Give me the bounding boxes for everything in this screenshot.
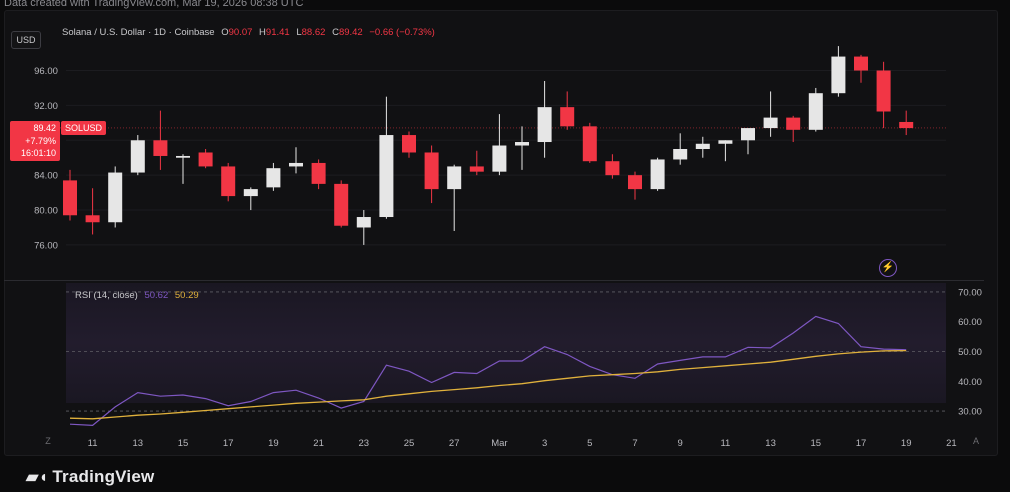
candle-body xyxy=(876,70,891,112)
time-axis-tick: 13 xyxy=(133,438,144,449)
candle-body xyxy=(153,140,168,156)
time-axis-tick: 11 xyxy=(88,438,98,449)
candle-body xyxy=(786,117,801,130)
candle-body xyxy=(695,143,710,149)
candle-body xyxy=(85,215,100,223)
price-axis-tick: 96.00 xyxy=(34,66,58,77)
price-axis-tick: 92.00 xyxy=(34,101,58,112)
candle-body xyxy=(108,172,123,223)
lightning-icon[interactable]: ⚡ xyxy=(879,259,897,277)
candle-body xyxy=(808,93,823,130)
candle-body xyxy=(379,135,394,218)
candle-body xyxy=(243,189,258,197)
currency-button[interactable]: USD xyxy=(11,31,41,49)
candle-body xyxy=(311,162,326,184)
candle-body xyxy=(492,145,507,172)
symbol-name[interactable]: Solana / U.S. Dollar · 1D · Coinbase xyxy=(62,27,215,38)
price-axis-tick: 80.00 xyxy=(34,206,58,217)
time-axis-tick: 13 xyxy=(765,438,776,449)
time-axis-tick: 11 xyxy=(720,438,730,449)
candle-body xyxy=(447,166,462,190)
auto-scale-button[interactable]: A xyxy=(969,434,983,448)
price-axis-tick: 84.00 xyxy=(34,171,58,182)
time-axis-tick: 9 xyxy=(678,438,683,449)
symbol-legend: Solana / U.S. Dollar · 1D · Coinbase O90… xyxy=(62,27,435,38)
last-price: 89.42 xyxy=(33,123,56,133)
time-axis-tick: 15 xyxy=(178,438,189,449)
zoom-button[interactable]: Z xyxy=(41,434,55,448)
time-axis-tick: Mar xyxy=(491,438,507,449)
candle-body xyxy=(515,142,529,146)
candle-body xyxy=(628,175,642,190)
time-axis-tick: 25 xyxy=(404,438,415,449)
candle-body xyxy=(176,155,190,158)
candle-body xyxy=(221,166,236,197)
candle-body xyxy=(537,107,552,143)
time-axis-tick: 23 xyxy=(359,438,370,449)
open-label: O xyxy=(221,27,229,38)
rsi-axis-tick: 40.00 xyxy=(958,377,982,388)
rsi-axis-tick: 70.00 xyxy=(958,287,982,298)
candle-body xyxy=(334,183,349,226)
tradingview-logo-icon: ▰◖ xyxy=(26,469,49,486)
time-axis-tick: 5 xyxy=(587,438,592,449)
last-price-tag: 89.42 +7.79% 16:01:10 xyxy=(10,121,60,161)
time-axis-tick: 21 xyxy=(946,438,957,449)
high-value: 91.41 xyxy=(265,27,290,38)
candle-body xyxy=(899,121,914,129)
candle-body xyxy=(63,180,77,216)
change-value: −0.66 (−0.73%) xyxy=(369,27,435,38)
candle-body xyxy=(673,149,688,160)
candle-body xyxy=(605,161,620,176)
candle-body xyxy=(424,152,439,190)
time-axis-tick: 19 xyxy=(901,438,912,449)
rsi-axis-tick: 30.00 xyxy=(958,407,982,418)
candle-body xyxy=(831,56,846,94)
rsi-label[interactable]: RSI (14, close) xyxy=(75,290,138,301)
time-axis-tick: 3 xyxy=(542,438,547,449)
candle-body xyxy=(560,107,575,127)
rsi-line xyxy=(69,315,907,427)
last-change-pct: +7.79% xyxy=(25,135,56,146)
bar-countdown: 16:01:10 xyxy=(20,148,56,158)
open-value: 90.07 xyxy=(228,27,253,38)
rsi-ma-value: 50.29 xyxy=(174,290,199,301)
candle-body xyxy=(289,162,303,167)
candle-body xyxy=(718,140,733,144)
candle-body xyxy=(198,152,213,167)
candle-body xyxy=(741,128,755,141)
time-axis-tick: 27 xyxy=(449,438,460,449)
rsi-axis-tick: 50.00 xyxy=(958,347,982,358)
time-axis-tick: 17 xyxy=(223,438,234,449)
time-axis-tick: 21 xyxy=(313,438,324,449)
close-label: C xyxy=(332,27,339,38)
candle-body xyxy=(763,117,778,129)
candle-body xyxy=(582,126,597,162)
chart-canvas[interactable]: 76.0080.0084.0088.0092.0096.0030.0040.00… xyxy=(0,0,1010,492)
price-axis-tick: 76.00 xyxy=(34,240,58,251)
time-axis-tick: 19 xyxy=(268,438,279,449)
candle-body xyxy=(130,140,145,173)
candle-body xyxy=(650,159,665,190)
rsi-value: 50.62 xyxy=(144,290,169,301)
candle-body xyxy=(469,166,484,172)
rsi-ma-line xyxy=(69,349,907,420)
time-axis-tick: 7 xyxy=(632,438,637,449)
low-value: 88.62 xyxy=(301,27,326,38)
brand-name: TradingView xyxy=(52,467,155,486)
time-axis-tick: 17 xyxy=(856,438,867,449)
high-label: H xyxy=(259,27,266,38)
close-value: 89.42 xyxy=(338,27,363,38)
tradingview-brand[interactable]: ▰◖ TradingView xyxy=(26,467,154,487)
rsi-legend: RSI (14, close) 50.62 50.29 xyxy=(75,290,199,301)
candle-body xyxy=(356,217,371,228)
time-axis-tick: 15 xyxy=(811,438,822,449)
candle-body xyxy=(402,135,416,153)
candle-body xyxy=(266,168,281,188)
symbol-tag: SOLUSD xyxy=(61,121,107,135)
rsi-axis-tick: 60.00 xyxy=(958,317,982,328)
candle-body xyxy=(854,56,868,71)
